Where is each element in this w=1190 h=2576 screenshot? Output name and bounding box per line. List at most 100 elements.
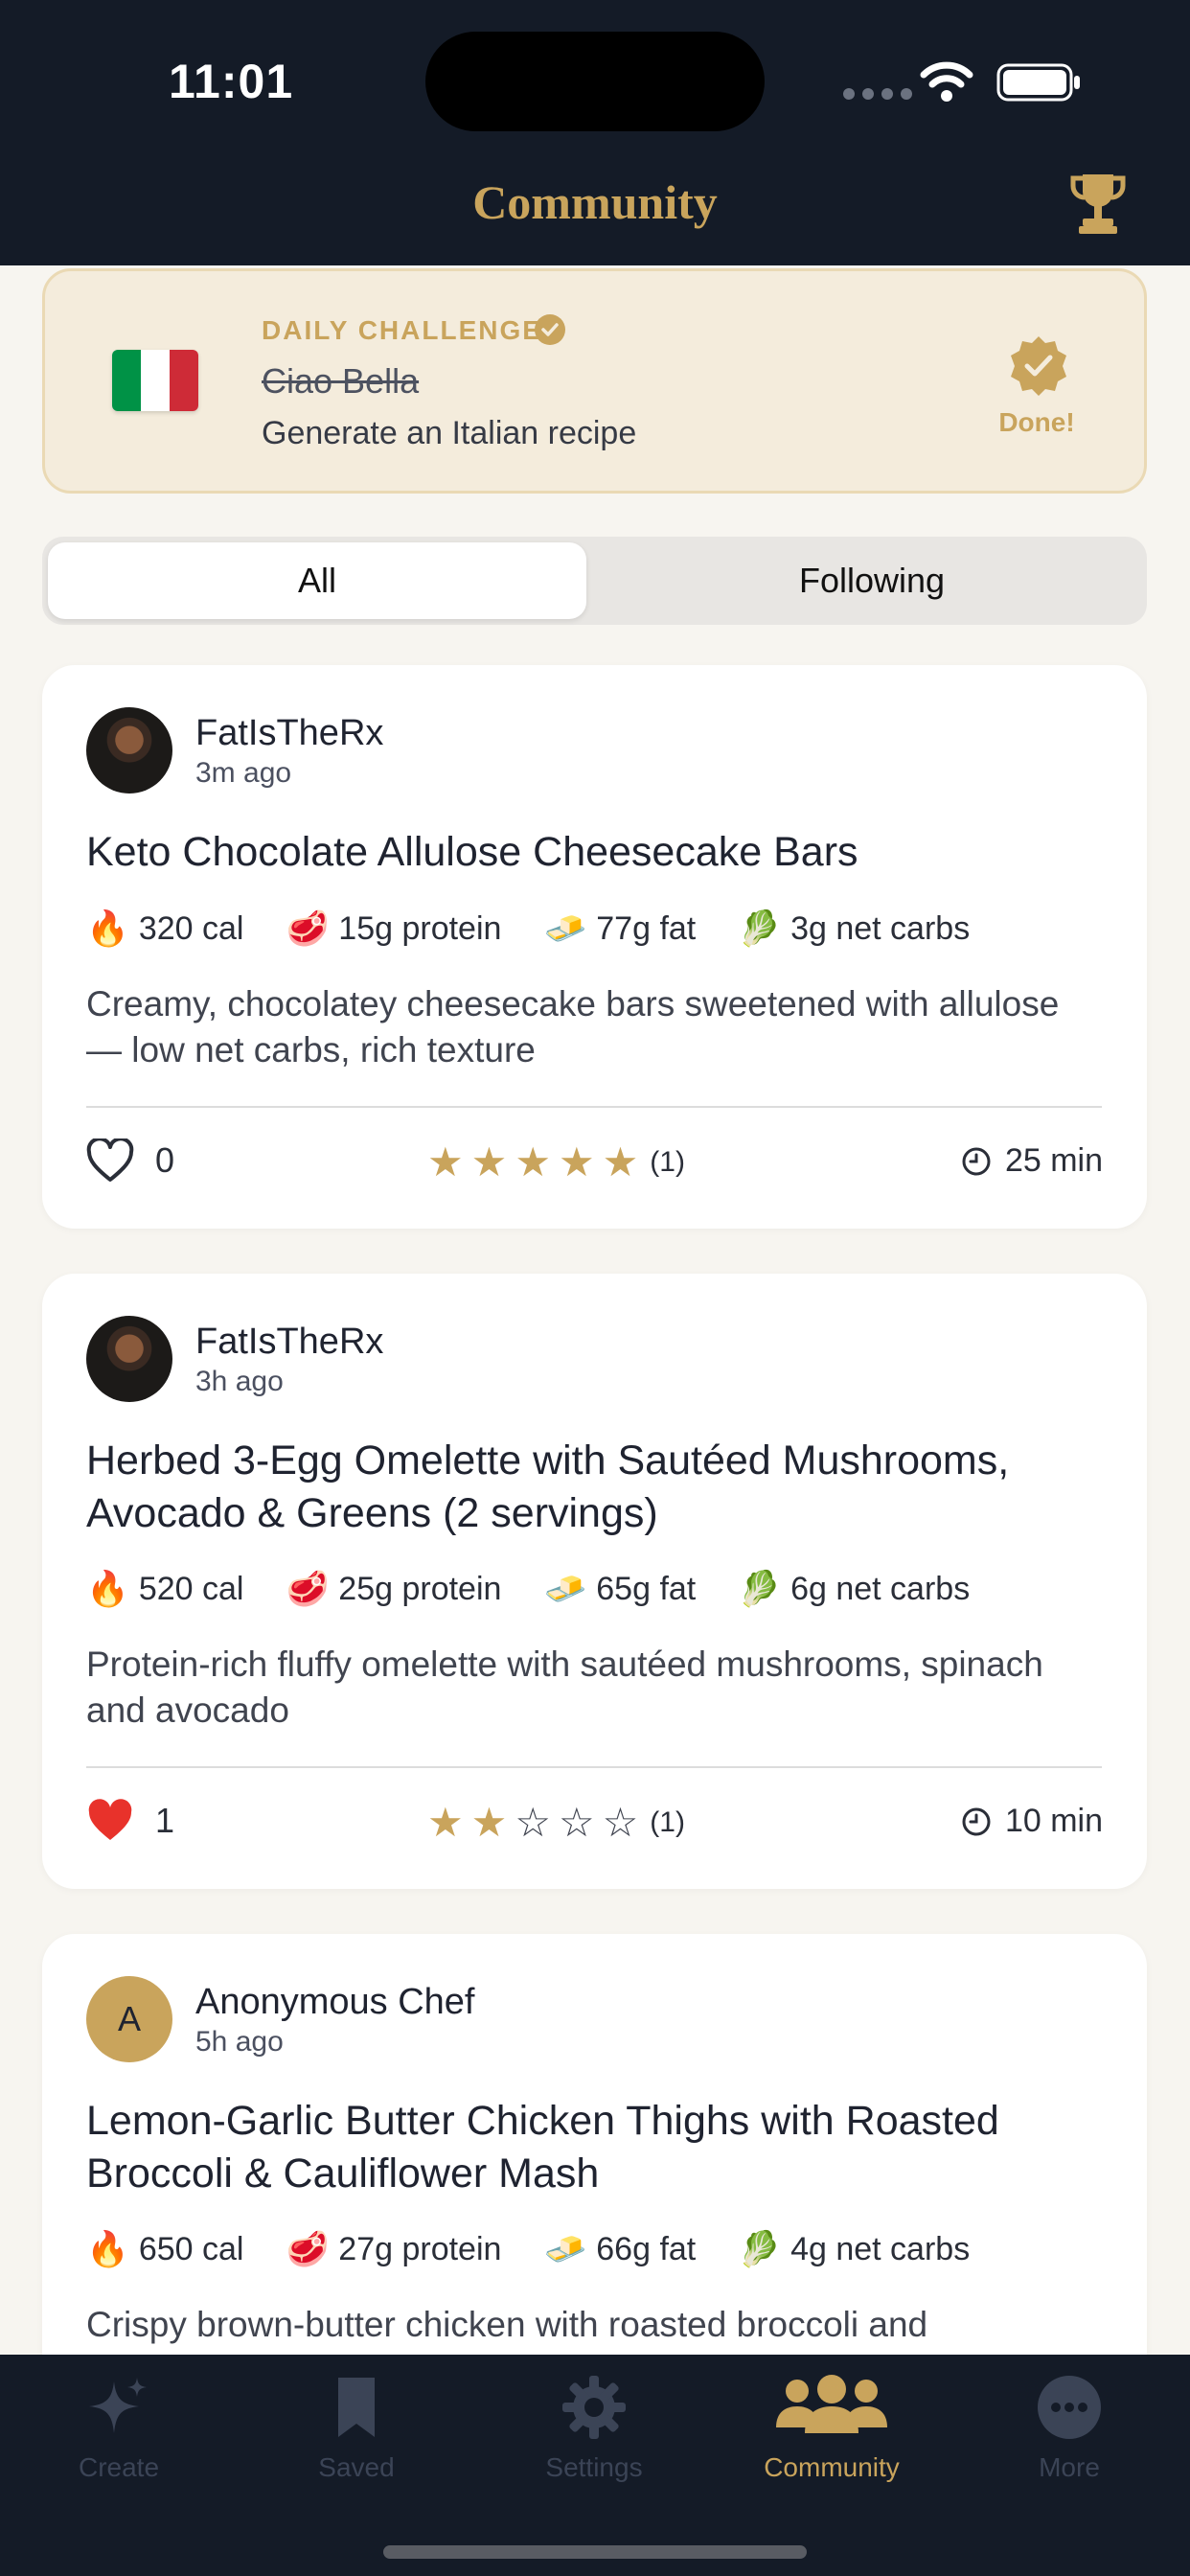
calories-value: 650 cal bbox=[138, 2230, 244, 2267]
challenge-name: Ciao Bella bbox=[262, 361, 420, 401]
italy-flag-icon bbox=[112, 350, 198, 411]
author-name[interactable]: FatIsTheRx bbox=[195, 1322, 383, 1363]
fire-icon: 🔥 bbox=[86, 1569, 129, 1608]
tab-label: Create bbox=[78, 2452, 160, 2482]
daily-challenge-card[interactable]: DAILY CHALLENGE Ciao Bella Generate an I… bbox=[42, 268, 1147, 494]
protein-stat: 🥩 25g protein bbox=[286, 1569, 501, 1609]
star-outline-icon: ☆ bbox=[515, 1800, 551, 1845]
clock-icon bbox=[962, 1807, 991, 1835]
tab-settings[interactable]: Settings bbox=[475, 2374, 713, 2483]
calories-stat: 🔥 650 cal bbox=[86, 2229, 243, 2269]
bookmark-icon bbox=[338, 2378, 375, 2437]
meat-icon: 🥩 bbox=[286, 2229, 330, 2268]
star-filled-icon: ★ bbox=[470, 1800, 508, 1845]
fat-stat: 🧈 65g fat bbox=[543, 1569, 696, 1609]
fire-icon: 🔥 bbox=[86, 2229, 129, 2268]
feed-filter-segmented-control: All Following bbox=[42, 537, 1147, 625]
recipe-description: Crispy brown-butter chicken with roasted… bbox=[86, 2305, 928, 2344]
star-outline-icon: ☆ bbox=[558, 1800, 595, 1845]
macro-row: 🔥 320 cal 🥩 15g protein 🧈 77g fat 🥬 3g net c… bbox=[86, 908, 1012, 949]
heart-filled-icon bbox=[88, 1799, 132, 1840]
butter-icon: 🧈 bbox=[543, 908, 587, 948]
segment-following[interactable]: Following bbox=[603, 542, 1141, 619]
people-icon bbox=[776, 2375, 887, 2433]
avatar[interactable]: A bbox=[86, 1976, 172, 2062]
fat-value: 65g fat bbox=[596, 1570, 697, 1607]
status-time: 11:01 bbox=[169, 55, 294, 108]
duration-value: 25 min bbox=[1004, 1142, 1103, 1179]
recipe-description: Protein-rich fluffy omelette with sautée… bbox=[86, 1644, 1043, 1730]
done-label: Done! bbox=[998, 407, 1075, 437]
star-filled-icon: ★ bbox=[558, 1139, 595, 1184]
challenge-label: DAILY CHALLENGE bbox=[262, 315, 542, 345]
page-title: Community bbox=[472, 175, 718, 229]
rating-count: (1) bbox=[650, 1146, 685, 1178]
home-indicator[interactable] bbox=[383, 2545, 807, 2559]
protein-value: 15g protein bbox=[338, 909, 502, 947]
macro-row: 🔥 520 cal 🥩 25g protein 🧈 65g fat 🥬 6g net c… bbox=[86, 1569, 1012, 1609]
like-button[interactable]: 0 bbox=[86, 1138, 174, 1183]
fat-value: 77g fat bbox=[596, 909, 697, 947]
carbs-stat: 🥬 6g net carbs bbox=[738, 1569, 970, 1609]
carbs-value: 3g net carbs bbox=[790, 909, 971, 947]
rating-stars[interactable]: ★ ★ ☆ ☆ ☆ (1) bbox=[427, 1803, 685, 1843]
meat-icon: 🥩 bbox=[286, 1569, 330, 1608]
leafy-green-icon: 🥬 bbox=[738, 1569, 782, 1608]
protein-value: 27g protein bbox=[338, 2230, 502, 2267]
calories-stat: 🔥 320 cal bbox=[86, 908, 243, 949]
recipe-card[interactable]: FatIsTheRx 3m ago Keto Chocolate Allulos… bbox=[42, 665, 1147, 1229]
recipe-card[interactable]: A Anonymous Chef 5h ago Lemon-Garlic But… bbox=[42, 1934, 1147, 2394]
heart-outline-icon bbox=[86, 1138, 134, 1182]
post-time: 3h ago bbox=[195, 1366, 284, 1397]
butter-icon: 🧈 bbox=[543, 1569, 587, 1608]
recipe-card[interactable]: FatIsTheRx 3h ago Herbed 3-Egg Omelette … bbox=[42, 1274, 1147, 1889]
recipe-title[interactable]: Keto Chocolate Allulose Cheesecake Bars bbox=[86, 826, 1102, 879]
carbs-value: 4g net carbs bbox=[790, 2230, 971, 2267]
rating-count: (1) bbox=[650, 1806, 685, 1838]
dynamic-island bbox=[425, 32, 765, 131]
star-filled-icon: ★ bbox=[515, 1139, 551, 1184]
battery-icon bbox=[996, 63, 1080, 102]
tab-saved[interactable]: Saved bbox=[238, 2374, 475, 2483]
tab-community[interactable]: Community bbox=[713, 2374, 950, 2483]
carbs-value: 6g net carbs bbox=[790, 1570, 971, 1607]
fat-value: 66g fat bbox=[596, 2230, 697, 2267]
gear-icon bbox=[562, 2376, 626, 2439]
tab-label: More bbox=[1039, 2452, 1100, 2482]
duration-value: 10 min bbox=[1004, 1803, 1103, 1839]
tab-more[interactable]: More bbox=[950, 2374, 1188, 2483]
avatar[interactable] bbox=[86, 707, 172, 794]
sparkle-icon bbox=[89, 2378, 147, 2433]
star-filled-icon: ★ bbox=[427, 1139, 464, 1184]
fat-stat: 🧈 66g fat bbox=[543, 2229, 696, 2269]
fire-icon: 🔥 bbox=[86, 908, 129, 948]
cook-time: 25 min bbox=[961, 1142, 1103, 1180]
calories-value: 520 cal bbox=[138, 1570, 244, 1607]
author-name[interactable]: Anonymous Chef bbox=[195, 1982, 475, 2023]
calories-stat: 🔥 520 cal bbox=[86, 1569, 243, 1609]
meat-icon: 🥩 bbox=[286, 908, 330, 948]
trophy-icon[interactable] bbox=[1069, 171, 1127, 238]
protein-stat: 🥩 15g protein bbox=[286, 908, 501, 949]
like-button[interactable]: 1 bbox=[86, 1799, 174, 1843]
tab-create[interactable]: Create bbox=[0, 2374, 238, 2483]
recipe-title[interactable]: Herbed 3-Egg Omelette with Sautéed Mushr… bbox=[86, 1435, 1102, 1540]
star-outline-icon: ☆ bbox=[602, 1800, 639, 1845]
segment-all[interactable]: All bbox=[48, 542, 586, 619]
verified-badge-icon bbox=[1011, 336, 1066, 396]
like-count: 1 bbox=[155, 1801, 175, 1840]
recipe-title[interactable]: Lemon-Garlic Butter Chicken Thighs with … bbox=[86, 2095, 1102, 2200]
challenge-description: Generate an Italian recipe bbox=[262, 415, 637, 451]
bottom-tab-bar: Create Saved Settings Community More bbox=[0, 2355, 1190, 2576]
divider bbox=[86, 1766, 1102, 1768]
avatar[interactable] bbox=[86, 1316, 172, 1402]
wifi-icon bbox=[920, 61, 973, 102]
post-time: 3m ago bbox=[195, 757, 292, 789]
recipe-description: Creamy, chocolatey cheesecake bars sweet… bbox=[86, 984, 1060, 1070]
top-header: 11:01 Community bbox=[0, 0, 1190, 265]
leafy-green-icon: 🥬 bbox=[738, 908, 782, 948]
author-name[interactable]: FatIsTheRx bbox=[195, 713, 383, 754]
protein-stat: 🥩 27g protein bbox=[286, 2229, 501, 2269]
cellular-signal-icon bbox=[843, 88, 912, 100]
rating-stars[interactable]: ★ ★ ★ ★ ★ (1) bbox=[427, 1142, 685, 1183]
